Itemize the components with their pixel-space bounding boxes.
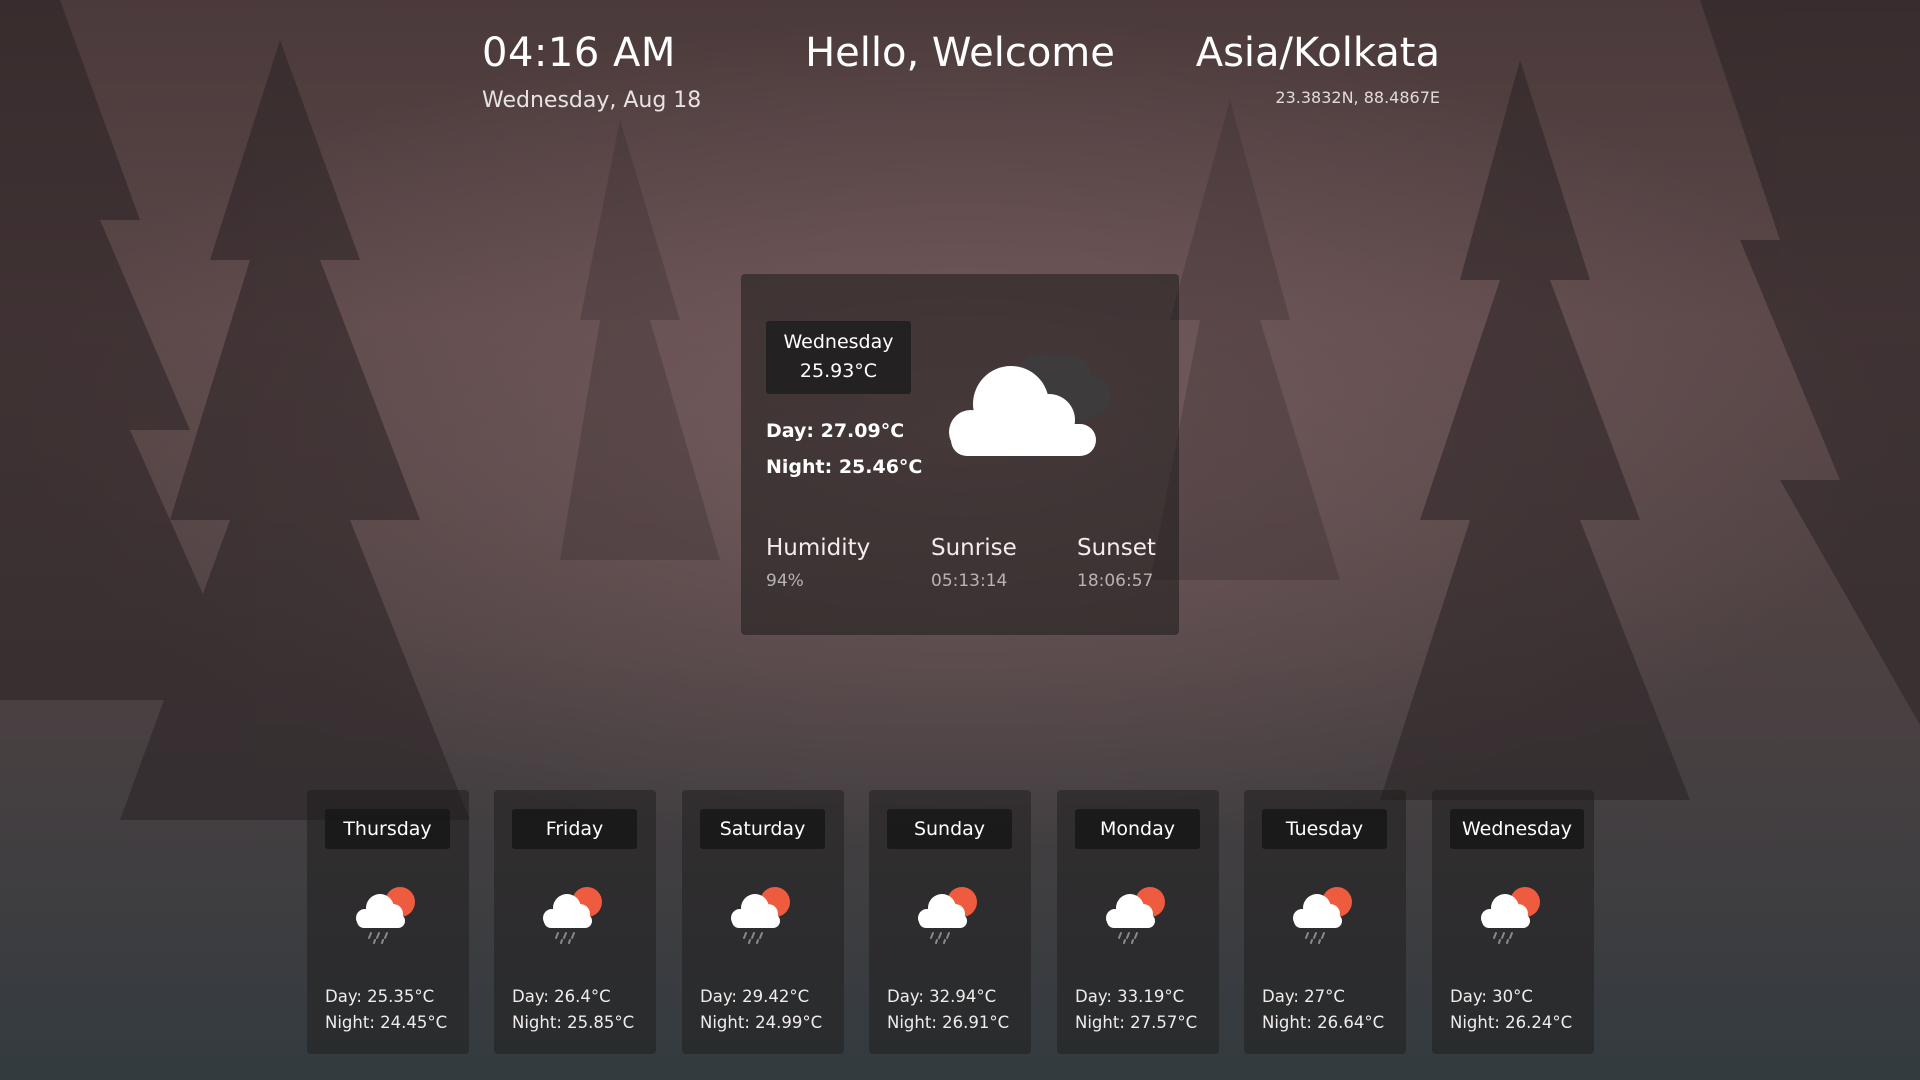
cloudy-icon xyxy=(949,353,1111,456)
sunset-value: 18:06:57 xyxy=(1077,571,1154,591)
sunrise-value: 05:13:14 xyxy=(931,571,1008,591)
today-night-temp: Night: 25.46°C xyxy=(766,456,923,478)
rain-sun-cloud-icon xyxy=(731,887,790,944)
forecast-night-temp: Night: 26.24°C xyxy=(1450,1013,1573,1032)
forecast-night-temp: Night: 26.91°C xyxy=(887,1013,1010,1032)
today-day: Wednesday xyxy=(783,331,894,353)
forecast-day-temp: Day: 29.42°C xyxy=(700,987,810,1006)
coordinates: 23.3832N, 88.4867E xyxy=(1275,88,1440,107)
forecast-day: Thursday xyxy=(325,809,450,849)
humidity-value: 94% xyxy=(766,571,804,591)
current-date: Wednesday, Aug 18 xyxy=(482,88,702,113)
sunrise-stat: Sunrise 05:13:14 xyxy=(931,535,1017,591)
forecast-card: Sunday Day: 32.94°C Night: 26.91°C xyxy=(869,790,1031,1054)
rain-sun-cloud-icon xyxy=(543,887,602,944)
sunset-label: Sunset xyxy=(1077,535,1156,561)
forecast-day: Sunday xyxy=(887,809,1012,849)
forecast-day: Saturday xyxy=(700,809,825,849)
timezone: Asia/Kolkata xyxy=(1195,30,1440,76)
today-badge: Wednesday 25.93°C xyxy=(766,321,911,394)
forecast-day-temp: Day: 26.4°C xyxy=(512,987,611,1006)
forecast-day-temp: Day: 32.94°C xyxy=(887,987,997,1006)
forecast-day: Wednesday xyxy=(1450,809,1585,849)
forecast-card: Thursday Day: 25.35°C Night: 24.45°C xyxy=(307,790,469,1054)
rain-sun-cloud-icon xyxy=(356,887,415,944)
forecast-card: Saturday Day: 29.42°C Night: 24.99°C xyxy=(682,790,844,1054)
forecast-day-temp: Day: 25.35°C xyxy=(325,987,435,1006)
forecast-day: Monday xyxy=(1075,809,1200,849)
forecast-card: Tuesday Day: 27°C Night: 26.64°C xyxy=(1244,790,1406,1054)
sunrise-label: Sunrise xyxy=(931,535,1017,561)
forecast-night-temp: Night: 27.57°C xyxy=(1075,1013,1198,1032)
rain-sun-cloud-icon xyxy=(1481,887,1540,944)
forecast-night-temp: Night: 26.64°C xyxy=(1262,1013,1385,1032)
forecast-day: Tuesday xyxy=(1262,809,1387,849)
forecast-day-temp: Day: 27°C xyxy=(1262,987,1345,1006)
rain-sun-cloud-icon xyxy=(1106,887,1165,944)
forecast-day-temp: Day: 30°C xyxy=(1450,987,1533,1006)
humidity-stat: Humidity 94% xyxy=(766,535,870,591)
forecast-day: Friday xyxy=(512,809,637,849)
humidity-label: Humidity xyxy=(766,535,871,561)
greeting-text: Hello, Welcome xyxy=(805,30,1115,76)
forecast-card: Wednesday Day: 30°C Night: 26.24°C xyxy=(1432,790,1594,1054)
rain-sun-cloud-icon xyxy=(1293,887,1352,944)
forecast-night-temp: Night: 25.85°C xyxy=(512,1013,635,1032)
today-temp: 25.93°C xyxy=(799,360,878,382)
rain-sun-cloud-icon xyxy=(918,887,977,944)
sunset-stat: Sunset 18:06:57 xyxy=(1077,535,1156,591)
current-weather-card: Wednesday 25.93°C Day: 27.09°C Night: 25… xyxy=(741,274,1179,635)
forecast-card: Friday Day: 26.4°C Night: 25.85°C xyxy=(494,790,656,1054)
today-day-temp: Day: 27.09°C xyxy=(766,420,905,442)
greeting: Hello, Welcome xyxy=(0,30,1920,76)
forecast-day-temp: Day: 33.19°C xyxy=(1075,987,1185,1006)
forecast-night-temp: Night: 24.45°C xyxy=(325,1013,448,1032)
forecast-card: Monday Day: 33.19°C Night: 27.57°C xyxy=(1057,790,1219,1054)
forecast-night-temp: Night: 24.99°C xyxy=(700,1013,823,1032)
